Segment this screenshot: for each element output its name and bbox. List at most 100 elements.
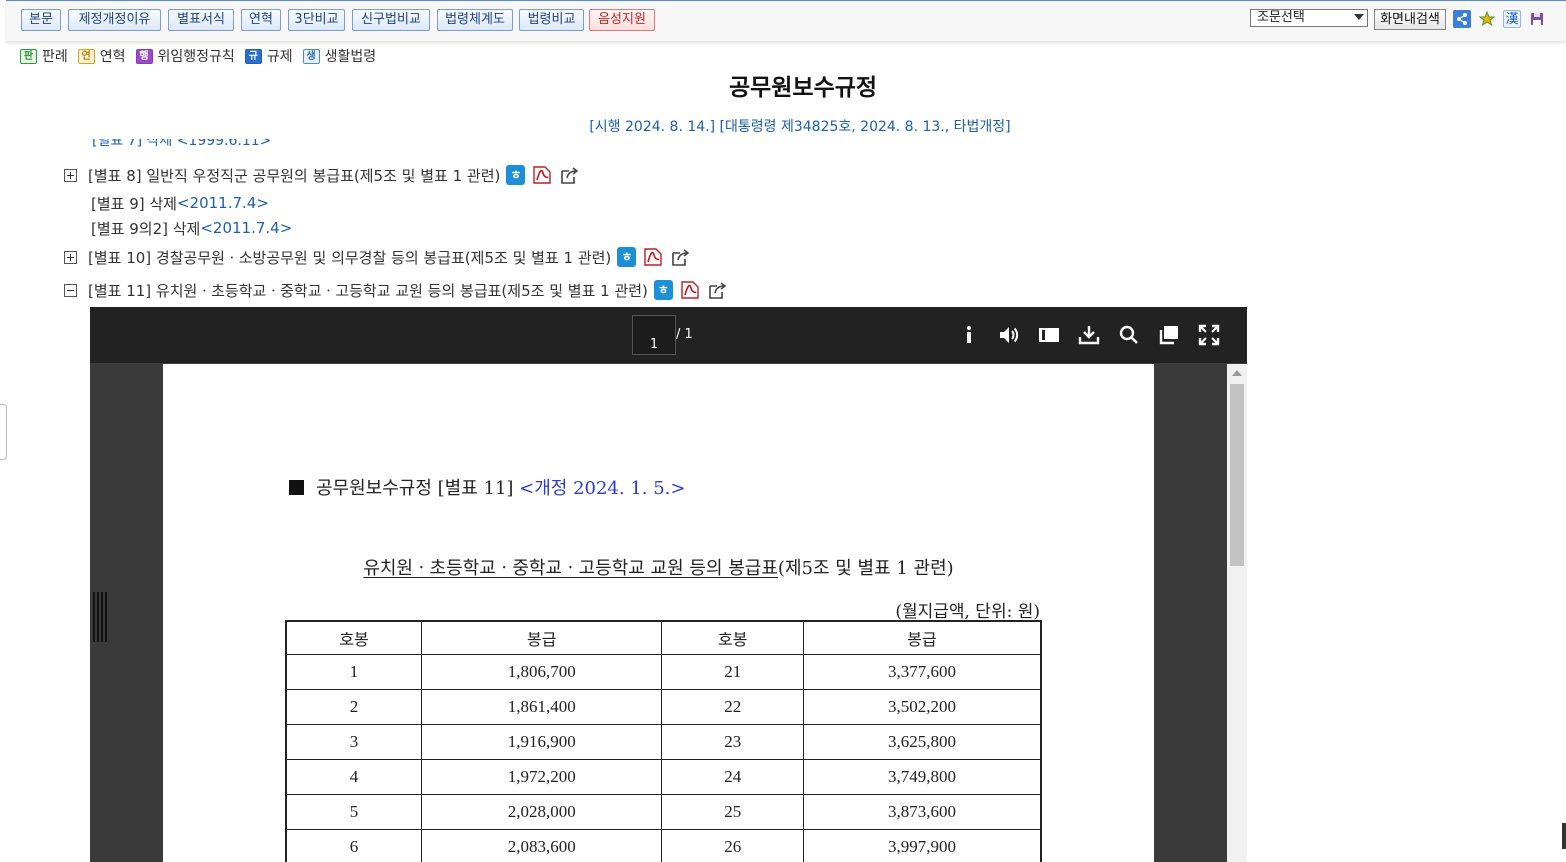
copy-icon[interactable] (1157, 323, 1181, 347)
expand-plus-icon[interactable] (64, 168, 77, 182)
table-cell: 24 (661, 759, 805, 795)
salary-table: 호봉 봉급 호봉 봉급 1 1,806,700 21 3,377,600 2 1… (285, 620, 1042, 862)
in-page-search-button[interactable]: 화면내검색 (1374, 9, 1446, 30)
pdf-page: 공무원보수규정 [별표 11] <개정 2024. 1. 5.> 유치원ㆍ초등학… (163, 364, 1154, 862)
table-row: 1 1,806,700 21 3,377,600 (285, 654, 1042, 690)
annex-row-11: [별표 11] 유치원ㆍ초등학교ㆍ중학교ㆍ고등학교 교원 등의 봉급표(제5조 … (64, 279, 729, 301)
law-structure-button[interactable]: 법령체계도 (437, 9, 513, 31)
fullscreen-icon[interactable] (1197, 323, 1221, 347)
header-cell: 봉급 (803, 620, 1042, 655)
legend-label: 위임행정규칙 (157, 49, 235, 65)
pdf-viewer: 1 / 1 공무원보수규정 [별표 11] <개정 2024. 1. 5.> 유… (90, 307, 1247, 862)
annex-label[interactable]: [별표 8] 일반직 우정직군 공무원의 봉급표(제5조 및 별표 1 관련) (88, 165, 500, 186)
table-cell: 1 (285, 654, 423, 690)
annex-forms-button[interactable]: 별표서식 (168, 9, 234, 31)
annex-row-9-2: [별표 9의2] 삭제 <2011.7.4> (91, 217, 292, 239)
legend-bar: 판 판례 연 연혁 행 위임행정규칙 규 규제 생 생활법령 (20, 46, 386, 66)
tab-body-button[interactable]: 본문 (21, 9, 61, 31)
pdf-file-icon[interactable] (679, 280, 701, 300)
sidebar-icon[interactable] (1037, 323, 1061, 347)
legend-admin-rules[interactable]: 행 위임행정규칙 (135, 46, 235, 66)
table-cell: 3,625,800 (803, 724, 1042, 760)
scrollbar-thumb[interactable] (1230, 384, 1244, 566)
hwp-file-icon[interactable]: ㅎ (653, 280, 673, 300)
unit-note: (월지급액, 단위: 원) (895, 602, 1040, 622)
annex-7-line-clipped: [별표 7] 삭제 <1999.6.11> (92, 139, 272, 148)
legend-label: 판례 (42, 49, 68, 65)
history-button[interactable]: 연혁 (241, 9, 281, 31)
table-cell: 3,997,900 (803, 829, 1042, 862)
living-law-badge-icon: 생 (302, 48, 320, 64)
annex-row-8: [별표 8] 일반직 우정직군 공무원의 봉급표(제5조 및 별표 1 관련) … (64, 164, 581, 186)
table-cell: 2,028,000 (421, 794, 663, 830)
precedent-badge-icon: 판 (20, 48, 37, 64)
header-cell: 호봉 (661, 620, 805, 655)
table-cell: 1,916,900 (421, 724, 663, 760)
table-cell: 1,806,700 (421, 654, 663, 690)
amendment-reason-button[interactable]: 제정개정이유 (68, 9, 161, 31)
viewer-scrollbar[interactable] (1227, 364, 1247, 862)
three-way-compare-button[interactable]: 3단비교 (288, 9, 345, 31)
save-icon[interactable] (1528, 10, 1546, 28)
legend-label: 연혁 (99, 49, 126, 65)
hwp-file-icon[interactable]: ㅎ (617, 247, 637, 267)
info-icon[interactable] (957, 323, 981, 347)
table-header-row: 호봉 봉급 호봉 봉급 (285, 620, 1042, 655)
table-row: 2 1,861,400 22 3,502,200 (285, 689, 1042, 725)
annex-row-10: [별표 10] 경찰공무원ㆍ소방공무원 및 의무경찰 등의 봉급표(제5조 및 … (64, 246, 692, 268)
old-new-compare-button[interactable]: 신구법비교 (352, 9, 430, 31)
search-icon[interactable] (1117, 323, 1141, 347)
annex-label[interactable]: [별표 11] 유치원ㆍ초등학교ㆍ중학교ㆍ고등학교 교원 등의 봉급표(제5조 … (88, 280, 648, 301)
table-cell: 1,861,400 (421, 689, 663, 725)
side-panel-handle[interactable] (0, 404, 7, 460)
heading-text: 공무원보수규정 [별표 11] (316, 478, 520, 499)
table-cell: 21 (661, 654, 805, 690)
law-compare-button[interactable]: 법령비교 (519, 9, 584, 31)
annex-row-9: [별표 9] 삭제 <2011.7.4> (91, 192, 269, 214)
table-row: 6 2,083,600 26 3,997,900 (285, 829, 1042, 862)
legend-label: 규제 (266, 49, 293, 65)
table-cell: 3,377,600 (803, 654, 1042, 690)
volume-icon[interactable] (997, 323, 1021, 347)
admin-rule-badge-icon: 행 (135, 48, 153, 64)
article-select-value: 조문선택 (1257, 10, 1305, 25)
share-icon[interactable] (1453, 10, 1471, 28)
page-scrollbar[interactable] (1562, 40, 1566, 862)
scroll-up-arrow-icon[interactable] (1232, 370, 1242, 376)
annex-date[interactable]: <2011.7.4> (177, 194, 269, 212)
page-number-input[interactable]: 1 (632, 315, 676, 355)
legend-regulation[interactable]: 규 규제 (244, 46, 293, 66)
annex-date[interactable]: <2011.7.4> (200, 219, 292, 237)
pdf-file-icon[interactable] (531, 165, 553, 185)
legend-history[interactable]: 연 연혁 (77, 46, 126, 66)
enforcement-info[interactable]: [시행 2024. 8. 14.] [대통령령 제34825호, 2024. 8… (0, 116, 1566, 136)
external-link-icon[interactable] (707, 280, 729, 300)
external-link-icon[interactable] (670, 247, 692, 267)
table-cell: 2 (285, 689, 423, 725)
expand-plus-icon[interactable] (64, 250, 77, 264)
legend-living-law[interactable]: 생 생활법령 (302, 46, 376, 66)
square-bullet-icon (289, 480, 304, 495)
table-cell: 5 (285, 794, 423, 830)
legend-precedent[interactable]: 판 판례 (20, 46, 68, 66)
annex-label[interactable]: [별표 10] 경찰공무원ㆍ소방공무원 및 의무경찰 등의 봉급표(제5조 및 … (88, 247, 611, 268)
table-row: 5 2,028,000 25 3,873,600 (285, 794, 1042, 830)
header-cell: 봉급 (421, 620, 663, 655)
table-cell: 6 (285, 829, 423, 862)
table-cell: 3,749,800 (803, 759, 1042, 795)
annex-label: [별표 9] 삭제 (91, 194, 177, 213)
voice-support-button[interactable]: 음성지원 (589, 9, 655, 31)
download-icon[interactable] (1077, 323, 1101, 347)
external-link-icon[interactable] (559, 165, 581, 185)
hanja-icon[interactable]: 漢 (1503, 10, 1521, 28)
table-cell: 3,502,200 (803, 689, 1042, 725)
scrollbar-thumb[interactable] (1562, 823, 1566, 849)
collapse-minus-icon[interactable] (64, 283, 77, 297)
table-cell: 23 (661, 724, 805, 760)
bookmark-star-icon[interactable] (1478, 10, 1496, 28)
caption-rest: (제5조 및 별표 1 관련) (777, 558, 954, 579)
sidebar-resize-handle[interactable] (90, 592, 110, 642)
pdf-file-icon[interactable] (642, 247, 664, 267)
article-select[interactable]: 조문선택 (1250, 9, 1368, 27)
hwp-file-icon[interactable]: ㅎ (506, 165, 526, 185)
